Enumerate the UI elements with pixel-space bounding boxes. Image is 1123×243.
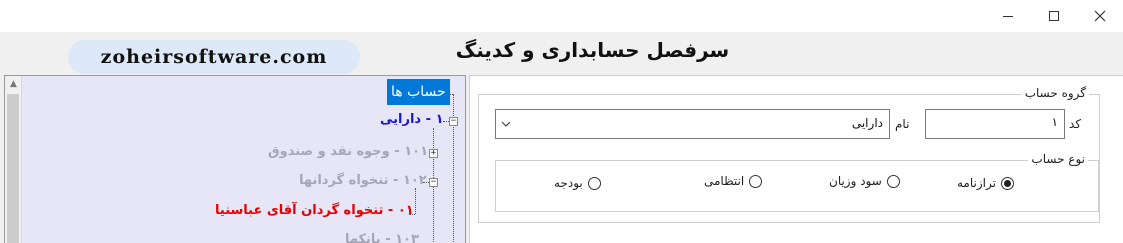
code-label: کد	[1069, 117, 1082, 131]
page-title: سرفصل حسابداری و کدینگ	[455, 38, 730, 62]
tree-node[interactable]: ۱ - دارایی	[380, 111, 444, 129]
tree-node[interactable]: ۱۰۳ - بانکها	[345, 231, 419, 243]
details-panel: گروه حساب کد ۱ نام دارایی نوع حساب ترازن…	[469, 75, 1123, 243]
account-group-box: گروه حساب کد ۱ نام دارایی نوع حساب ترازن…	[478, 86, 1100, 223]
radio-circle	[587, 176, 601, 190]
tree-line	[415, 188, 416, 214]
radio-circle	[749, 174, 763, 188]
minimize-icon	[1003, 15, 1013, 17]
code-input[interactable]: ۱	[925, 109, 1065, 139]
name-select[interactable]: دارایی	[495, 109, 890, 139]
scroll-up-icon[interactable]: ▲	[5, 76, 22, 93]
expand-icon[interactable]: +	[429, 149, 438, 158]
radio-circle	[886, 174, 900, 188]
radio-profit-loss[interactable]: سود وزیان	[829, 174, 900, 188]
tree-scrollbar[interactable]: ▲	[5, 76, 22, 243]
tree-node[interactable]: ۱۰۱ - وجوه نقد و صندوق	[268, 143, 428, 161]
radio-label: سود وزیان	[829, 174, 882, 188]
title-bar	[0, 0, 1123, 32]
chevron-down-icon	[501, 121, 511, 127]
account-type-box: نوع حساب ترازنامه سود وزیان انتظامی بودج…	[495, 152, 1099, 212]
collapse-icon[interactable]: −	[449, 117, 458, 126]
maximize-icon	[1049, 11, 1059, 21]
radio-dot	[1003, 179, 1011, 187]
account-tree[interactable]: ▲ − + − حساب ها ۱ - دارایی ۱۰۱ - وجوه نق…	[4, 75, 466, 243]
maximize-button[interactable]	[1031, 0, 1077, 32]
radio-circle	[1000, 176, 1014, 190]
minimize-button[interactable]	[985, 0, 1031, 32]
radio-label: بودجه	[554, 176, 583, 190]
tree-node-selected[interactable]: ۰۱ - تنخواه گردان آقای عباسنیا	[215, 202, 414, 220]
radio-disciplinary[interactable]: انتظامی	[704, 174, 763, 188]
tree-root[interactable]: حساب ها	[387, 79, 450, 105]
radio-balance-sheet[interactable]: ترازنامه	[957, 176, 1014, 190]
name-label: نام	[895, 117, 910, 131]
site-badge: zoheirsoftware.com	[68, 40, 360, 74]
radio-label: ترازنامه	[957, 176, 996, 190]
close-icon	[1094, 10, 1106, 22]
collapse-icon[interactable]: −	[429, 178, 438, 187]
scroll-thumb[interactable]	[7, 94, 19, 243]
group-legend: گروه حساب	[1021, 86, 1089, 100]
tree-node[interactable]: ۱۰۲ - تنخواه گردانها	[299, 172, 427, 190]
header: zoheirsoftware.com سرفصل حسابداری و کدین…	[0, 32, 1123, 75]
name-select-value: دارایی	[851, 116, 883, 130]
close-button[interactable]	[1077, 0, 1123, 32]
type-legend: نوع حساب	[1028, 152, 1088, 166]
app-window: zoheirsoftware.com سرفصل حسابداری و کدین…	[0, 0, 1123, 243]
radio-budget[interactable]: بودجه	[554, 176, 601, 190]
radio-label: انتظامی	[704, 174, 745, 188]
